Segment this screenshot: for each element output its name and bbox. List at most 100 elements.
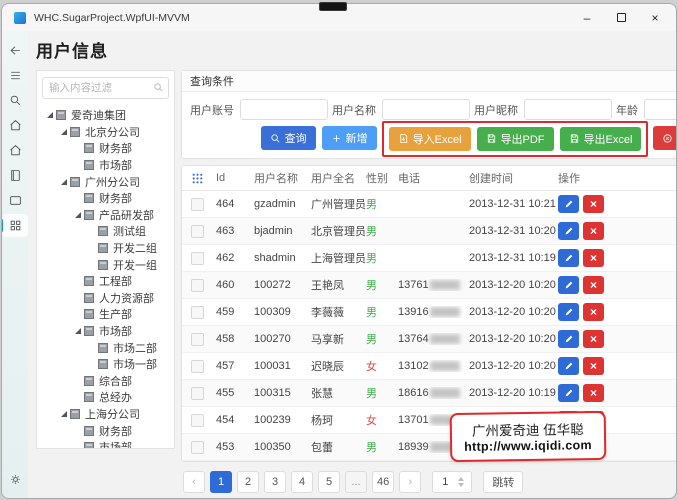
table-row[interactable]: 455 100315 张慧 男 18616 2013-12-20 10:19 × [182,380,676,407]
jump-page-input[interactable] [433,476,458,488]
expand-arrow-icon[interactable] [60,178,67,185]
row-checkbox[interactable] [190,224,204,238]
drag-grid-icon[interactable] [182,172,216,185]
tree-item[interactable]: 市场部 [42,323,169,340]
page-button-4[interactable]: 4 [291,471,313,493]
close-button[interactable]: × [638,6,672,29]
search-button[interactable]: 查询 [260,126,316,150]
header-id[interactable]: Id [216,172,254,184]
delete-row-button[interactable]: × [583,357,604,375]
table-row[interactable]: 457 100031 迟晓辰 女 13102 2013-12-20 10:20 … [182,353,676,380]
expand-arrow-icon[interactable] [60,128,67,135]
window-view-button[interactable] [2,189,28,212]
menu-button[interactable] [2,64,28,87]
header-fullname[interactable]: 用户全名 [311,170,366,186]
tree-item[interactable]: 产品研发部 [42,207,169,224]
account-input[interactable] [240,99,328,120]
spinner-down-icon[interactable] [458,483,465,487]
edit-row-button[interactable] [558,384,579,402]
expand-arrow-icon[interactable] [74,328,81,335]
export-pdf-button[interactable]: 导出PDF [476,126,554,151]
edit-row-button[interactable] [558,249,579,267]
username-input[interactable] [382,99,470,120]
row-checkbox[interactable] [190,440,204,454]
modules-button-active[interactable] [2,214,28,237]
tree-item[interactable]: 财务部 [42,140,169,157]
expand-arrow-icon[interactable] [46,112,53,119]
age-from-input[interactable] [644,99,676,120]
edit-row-button[interactable] [558,357,579,375]
table-row[interactable]: 464 gzadmin 广州管理员 男 2013-12-31 10:21 × [182,191,676,218]
export-excel-button[interactable]: 导出Excel [559,126,642,151]
page-button-1[interactable]: 1 [210,471,232,493]
import-excel-button[interactable]: 导入Excel [388,126,471,151]
delete-row-button[interactable]: × [583,195,604,213]
expand-arrow-icon[interactable] [60,410,67,417]
maximize-button[interactable] [604,6,638,29]
delete-row-button[interactable]: × [583,249,604,267]
tree-item[interactable]: 人力资源部 [42,290,169,307]
page-button-46[interactable]: 46 [372,471,395,493]
page-button-3[interactable]: 3 [264,471,286,493]
tree-item[interactable]: 市场部 [42,439,169,448]
row-checkbox[interactable] [190,332,204,346]
nickname-input[interactable] [524,99,612,120]
home-secondary-button[interactable] [2,139,28,162]
table-row[interactable]: 460 100272 王艳凤 男 13761 2013-12-20 10:20 … [182,272,676,299]
tree-item[interactable]: 市场一部 [42,356,169,373]
tree-item[interactable]: 开发二组 [42,240,169,257]
edit-row-button[interactable] [558,195,579,213]
tree-item[interactable]: 生产部 [42,306,169,323]
add-button[interactable]: 新增 [321,126,377,150]
table-row[interactable]: 458 100270 马享新 男 13764 2013-12-20 10:20 … [182,326,676,353]
tree-item[interactable]: 财务部 [42,422,169,439]
row-checkbox[interactable] [190,359,204,373]
row-checkbox[interactable] [190,251,204,265]
header-username[interactable]: 用户名称 [254,170,311,186]
edit-row-button[interactable] [558,222,579,240]
tree-item[interactable]: 财务部 [42,190,169,207]
back-button[interactable] [2,39,28,62]
prev-page-button[interactable]: ‹ [183,471,205,493]
notebook-button[interactable] [2,164,28,187]
tree-item[interactable]: 综合部 [42,373,169,390]
delete-row-button[interactable]: × [583,222,604,240]
search-button[interactable] [2,89,28,112]
header-phone[interactable]: 电话 [398,170,469,186]
edit-row-button[interactable] [558,330,579,348]
delete-row-button[interactable]: × [583,276,604,294]
tree-item[interactable]: 工程部 [42,273,169,290]
delete-row-button[interactable]: × [583,330,604,348]
tree-item[interactable]: 北京分公司 [42,124,169,141]
settings-button[interactable] [2,468,28,491]
batch-delete-button[interactable]: 批量删除 [653,126,676,150]
row-checkbox[interactable] [190,197,204,211]
tree-item[interactable]: 市场二部 [42,339,169,356]
tree-item[interactable]: 上海分公司 [42,406,169,423]
edit-row-button[interactable] [558,276,579,294]
minimize-button[interactable]: – [570,6,604,29]
header-created[interactable]: 创建时间 [469,170,558,186]
tree-filter-input[interactable] [42,77,169,99]
delete-row-button[interactable]: × [583,384,604,402]
spinner-up-icon[interactable] [458,477,465,481]
row-checkbox[interactable] [190,278,204,292]
tree-item[interactable]: 测试组 [42,223,169,240]
tree-item[interactable]: 开发一组 [42,256,169,273]
table-row[interactable]: 459 100309 李薇薇 男 13916 2013-12-20 10:20 … [182,299,676,326]
home-button[interactable] [2,114,28,137]
row-checkbox[interactable] [190,305,204,319]
next-page-button[interactable]: › [399,471,422,493]
page-button-5[interactable]: 5 [318,471,340,493]
expand-arrow-icon[interactable] [74,211,81,218]
tree-item[interactable]: 市场部 [42,157,169,174]
header-gender[interactable]: 性别 [366,170,398,186]
table-row[interactable]: 463 bjadmin 北京管理员 男 2013-12-31 10:20 × [182,218,676,245]
delete-row-button[interactable]: × [583,303,604,321]
row-checkbox[interactable] [190,413,204,427]
page-ellipsis-button[interactable]: ... [345,471,367,493]
row-checkbox[interactable] [190,386,204,400]
edit-row-button[interactable] [558,303,579,321]
page-button-2[interactable]: 2 [237,471,259,493]
jump-button[interactable]: 跳转 [483,471,524,493]
